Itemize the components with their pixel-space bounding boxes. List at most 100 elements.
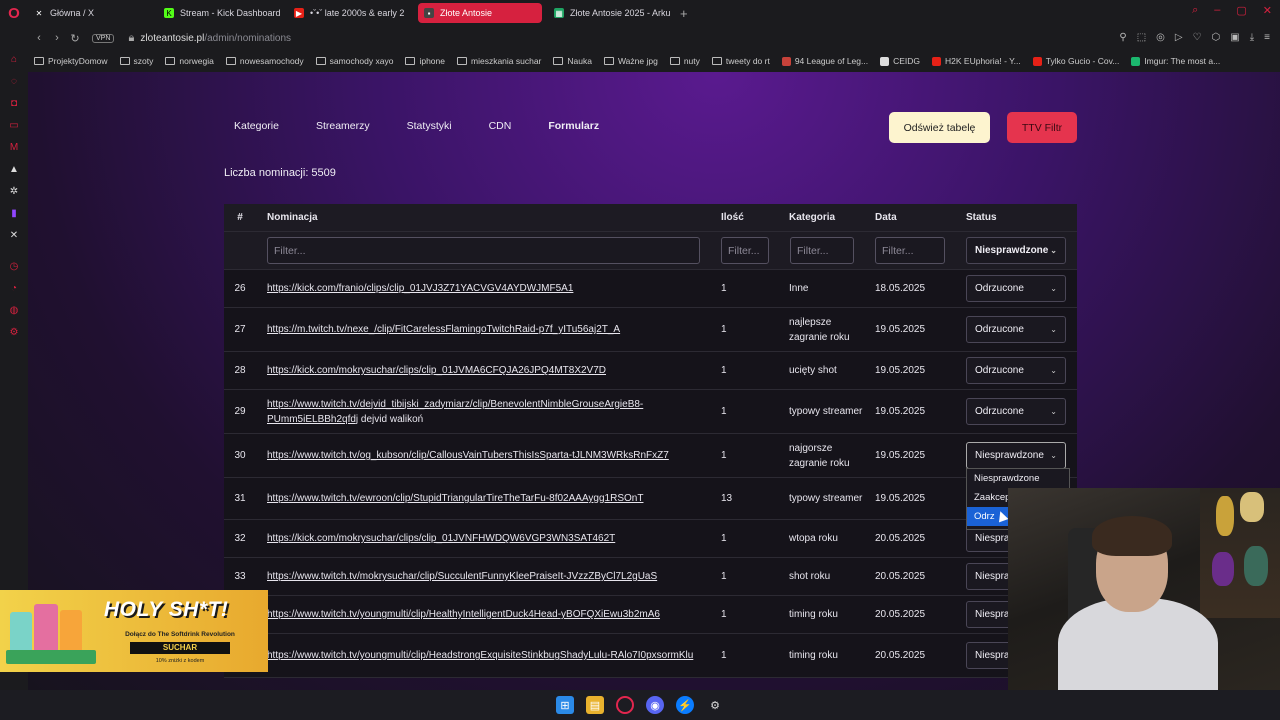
tab-2[interactable]: K Stream - Kick Dashboard	[158, 3, 282, 23]
mail-icon[interactable]: M	[9, 142, 20, 153]
nav-link-streamerzy[interactable]: Streamerzy	[316, 120, 370, 132]
clock-icon[interactable]: ◔	[9, 283, 20, 294]
discord-icon[interactable]: ◉	[646, 696, 664, 714]
row-data: 19.05.2025	[875, 406, 926, 417]
nomination-link[interactable]: https://www.twitch.tv/dejvid_tibijski_za…	[267, 399, 643, 425]
maximize-icon[interactable]: ▢	[1236, 4, 1246, 17]
ttv-filter-button[interactable]: TTV Filtr	[1007, 112, 1077, 143]
folder-icon	[405, 57, 416, 65]
bookmark-site[interactable]: H2K EUphoria! - Y...	[932, 56, 1021, 66]
bookmark-site[interactable]: Tylko Gucio - Cov...	[1032, 56, 1119, 66]
opera-icon[interactable]	[616, 696, 634, 714]
opera-menu-icon[interactable]: O	[0, 0, 28, 26]
tab-4[interactable]: ▪ Złote Antosie	[418, 3, 542, 23]
row-data: 20.05.2025	[875, 650, 926, 661]
bubble-icon[interactable]: ◍	[9, 305, 20, 316]
status-select-open[interactable]: Niesprawdzone ⌄	[966, 442, 1066, 469]
twitch-icon[interactable]: ▮	[9, 208, 20, 219]
close-icon[interactable]: ✕	[1263, 4, 1272, 17]
tab-3[interactable]: ▶ •ˇ•ˇ late 2000s & early 2	[288, 3, 412, 23]
new-tab-button[interactable]: +	[680, 6, 688, 21]
history-icon[interactable]: ◷	[9, 261, 20, 272]
bookmark-folder[interactable]: iphone	[405, 56, 445, 66]
aria-icon[interactable]: ▲	[9, 164, 20, 175]
home-icon[interactable]: ⌂	[9, 54, 20, 65]
openai-icon[interactable]: ✲	[9, 186, 20, 197]
x-icon[interactable]: ✕	[9, 230, 20, 241]
heart-icon[interactable]: ♡	[1193, 32, 1202, 43]
nomination-link[interactable]: https://m.twitch.tv/nexe_/clip/FitCarele…	[267, 322, 620, 337]
camera-icon[interactable]: ◎	[1156, 32, 1165, 43]
tab-5[interactable]: ▦ Złote Antosie 2025 - Arku	[548, 3, 672, 23]
play-icon[interactable]: ▷	[1175, 32, 1183, 43]
row-nominacja: https://www.twitch.tv/ewroon/clip/Stupid…	[267, 478, 707, 519]
refresh-table-button[interactable]: Odśwież tabelę	[889, 112, 990, 143]
filter-status-select[interactable]: Niesprawdzone ⌄	[966, 237, 1066, 264]
bookmark-folder[interactable]: norwegia	[165, 56, 214, 66]
cube-icon[interactable]: ▣	[1230, 32, 1239, 43]
messenger-icon[interactable]: ◌	[9, 76, 20, 87]
filter-data-input[interactable]: Filter...	[875, 237, 945, 264]
nav-link-formularz[interactable]: Formularz	[548, 120, 599, 132]
url-field[interactable]: zloteantosie.pl/admin/nominations	[140, 33, 291, 44]
menu-icon[interactable]: ≡	[1264, 32, 1270, 43]
search-icon[interactable]: ⌕	[1192, 4, 1198, 17]
settings-icon[interactable]: ⚙	[706, 696, 724, 714]
settings-icon[interactable]: ⚙	[9, 327, 20, 338]
nav-link-statystyki[interactable]: Statystyki	[407, 120, 452, 132]
bookmark-site[interactable]: CEIDG	[880, 56, 920, 66]
nomination-link[interactable]: https://www.twitch.tv/og_kubson/clip/Cal…	[267, 448, 669, 463]
status-select[interactable]: Odrzucone ⌄	[966, 316, 1066, 343]
select-value: Niesprawdzone	[975, 450, 1044, 461]
bookmark-folder[interactable]: tweety do rt	[711, 56, 770, 66]
bookmark-site[interactable]: 94 League of Leg...	[781, 56, 868, 66]
pin-icon[interactable]: ⚲	[1119, 32, 1126, 43]
promo-brand: SUCHAR	[130, 642, 230, 654]
bookmark-site[interactable]: Imgur: The most a...	[1131, 56, 1220, 66]
status-select[interactable]: Odrzucone ⌄	[966, 398, 1066, 425]
status-select[interactable]: Odrzucone ⌄	[966, 357, 1066, 384]
folder-icon	[669, 57, 680, 65]
vpn-badge[interactable]: VPN	[92, 33, 115, 43]
nomination-link[interactable]: https://www.twitch.tv/mokrysuchar/clip/S…	[267, 569, 657, 584]
nomination-link[interactable]: https://www.twitch.tv/ewroon/clip/Stupid…	[267, 491, 643, 506]
bookmark-folder[interactable]: nuty	[669, 56, 700, 66]
nomination-link[interactable]: https://kick.com/franio/clips/clip_01JVJ…	[267, 281, 573, 296]
download-icon[interactable]: ⤓	[1250, 32, 1254, 43]
chat-icon[interactable]: ▭	[9, 120, 20, 131]
nomination-link[interactable]: https://www.twitch.tv/youngmulti/clip/He…	[267, 648, 693, 663]
extensions-icon[interactable]: ⬡	[1212, 32, 1221, 43]
dropdown-option-niesprawdzone[interactable]: Niesprawdzone	[967, 469, 1069, 488]
bookmark-label: CEIDG	[893, 56, 921, 66]
filter-ilosc-input[interactable]: Filter...	[721, 237, 769, 264]
file-explorer-icon[interactable]: ▤	[586, 696, 604, 714]
row-data: 18.05.2025	[875, 283, 926, 294]
row-kategoria: shot roku	[789, 571, 831, 582]
forward-icon[interactable]: ›	[48, 32, 66, 44]
bookmark-folder[interactable]: Ważne jpg	[603, 56, 658, 66]
reload-icon[interactable]: ↻	[66, 32, 84, 45]
nomination-link[interactable]: https://www.twitch.tv/youngmulti/clip/He…	[267, 607, 660, 622]
filter-kategoria-input[interactable]: Filter...	[790, 237, 854, 264]
messenger-icon[interactable]: ⚡	[676, 696, 694, 714]
tab-1[interactable]: ✕ Główna / X	[28, 3, 152, 23]
nav-link-cdn[interactable]: CDN	[489, 120, 512, 132]
status-select[interactable]: Odrzucone ⌄	[966, 275, 1066, 302]
bookmark-folder[interactable]: nowesamochody	[225, 56, 304, 66]
nav-link-kategorie[interactable]: Kategorie	[234, 120, 279, 132]
bookmark-folder[interactable]: Nauka	[553, 56, 592, 66]
screenshot-icon[interactable]: ⬚	[1137, 32, 1146, 43]
promo-banner: HOLY SH*T! Dołącz do The Softdrink Revol…	[0, 590, 268, 672]
bookmark-folder[interactable]: ProjektyDomow	[34, 56, 108, 66]
bookmark-folder[interactable]: mieszkania suchar	[457, 56, 541, 66]
nomination-link[interactable]: https://kick.com/mokrysuchar/clips/clip_…	[267, 363, 606, 378]
minimize-icon[interactable]: –	[1214, 4, 1220, 17]
bookmark-folder[interactable]: samochody xayo	[315, 56, 393, 66]
nomination-link[interactable]: https://kick.com/mokrysuchar/clips/clip_…	[267, 531, 615, 546]
bag-icon[interactable]: ◘	[9, 98, 20, 109]
filter-nominacja-input[interactable]: Filter...	[267, 237, 700, 264]
row-num: 31	[234, 493, 246, 504]
back-icon[interactable]: ‹	[30, 32, 48, 44]
bookmark-folder[interactable]: szoty	[119, 56, 153, 66]
windows-start-icon[interactable]: ⊞	[556, 696, 574, 714]
